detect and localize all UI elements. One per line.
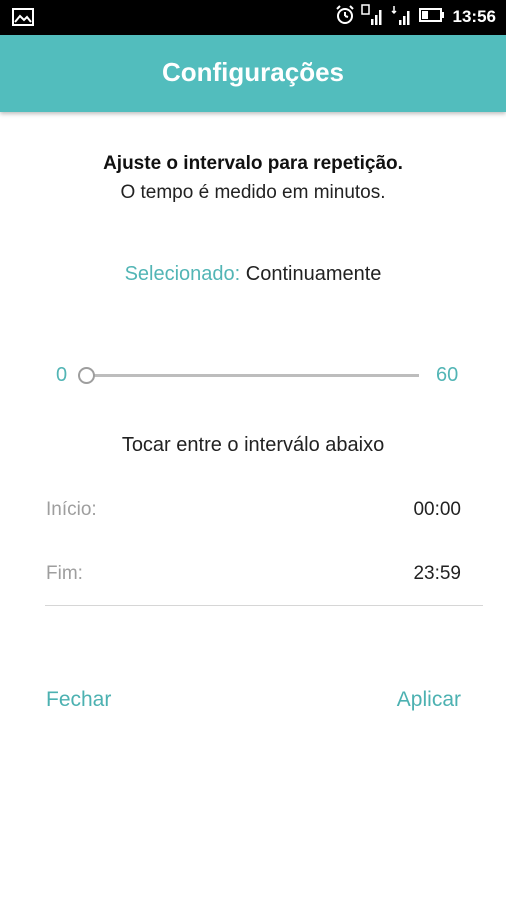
- end-time-value[interactable]: 23:59: [413, 563, 461, 585]
- slider-thumb[interactable]: [78, 367, 95, 384]
- range-title: Tocar entre o interválo abaixo: [121, 434, 385, 456]
- status-time: 13:56: [452, 7, 496, 26]
- close-button[interactable]: Fechar: [46, 688, 111, 712]
- app-bar: Configurações: [0, 35, 506, 112]
- selected-interval: Selecionado: Continuamente: [0, 263, 506, 286]
- end-label: Fim:: [46, 563, 83, 584]
- interval-slider[interactable]: [86, 374, 419, 377]
- page-title: Configurações: [161, 57, 345, 87]
- start-time-value[interactable]: 00:00: [413, 499, 461, 521]
- instructions-heading: Ajuste o intervalo para repetição.: [103, 153, 403, 174]
- apply-button[interactable]: Aplicar: [397, 688, 461, 712]
- slider-max-label: 60: [436, 364, 459, 386]
- alarm-icon: [335, 4, 355, 30]
- gallery-icon: [12, 8, 36, 26]
- status-bar: 13:56: [0, 0, 506, 35]
- instructions-subheading: O tempo é medido em minutos.: [120, 182, 386, 203]
- battery-icon: [418, 7, 445, 28]
- data-signal-icon: [390, 4, 413, 31]
- selected-label: Selecionado:: [124, 263, 241, 285]
- signal-icon: [360, 3, 385, 31]
- slider-min-label: 0: [56, 364, 68, 386]
- selected-value: Continuamente: [245, 263, 382, 285]
- divider: [45, 605, 483, 606]
- start-label: Início:: [46, 499, 97, 520]
